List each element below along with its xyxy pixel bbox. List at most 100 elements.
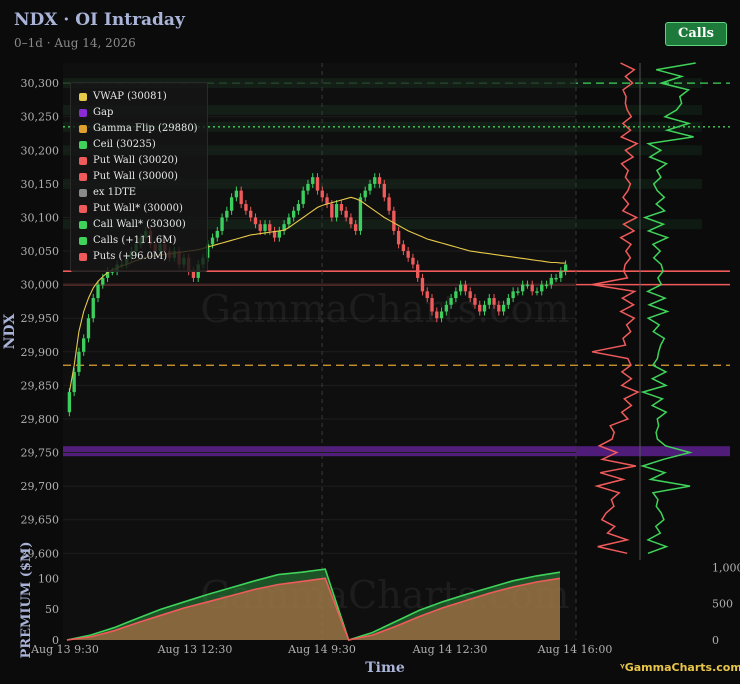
y-tick-label: 30,300 <box>21 77 60 90</box>
premium-y-axis-label: PREMIUM ($M) <box>19 542 34 659</box>
legend-item[interactable]: Gamma Flip (29880) <box>79 123 198 137</box>
y-tick-label: 30,000 <box>21 279 60 292</box>
candle-body <box>540 284 544 292</box>
legend-swatch <box>79 108 87 117</box>
candle-body <box>315 177 320 191</box>
candle-body <box>277 230 281 238</box>
legend-item[interactable]: Gap <box>79 107 113 121</box>
candle-body <box>325 197 329 205</box>
candle-body <box>82 338 86 352</box>
legend-swatch <box>79 92 87 101</box>
premium-y-tick-label: 50 <box>45 603 59 616</box>
legend-item[interactable]: ex 1DTE <box>79 187 136 201</box>
candle-body <box>311 177 315 184</box>
candle-body <box>525 284 530 287</box>
legend-item[interactable]: Calls (+111.6M) <box>79 235 176 249</box>
candle-body <box>349 217 353 225</box>
legend-label: Gamma Flip (29880) <box>93 123 198 134</box>
legend-label: VWAP (30081) <box>93 91 167 102</box>
candle-body <box>344 210 348 218</box>
candle-body <box>382 183 386 198</box>
candle-body <box>420 277 425 292</box>
candle-body <box>563 264 568 272</box>
candle-body <box>91 298 95 319</box>
candle-body <box>86 318 91 339</box>
candle-body <box>482 304 487 312</box>
candle-body <box>511 291 515 299</box>
legend-label: Calls (+111.6M) <box>93 235 177 246</box>
candle-body <box>449 298 453 305</box>
candle-body <box>554 277 558 280</box>
legend-swatch <box>79 252 87 261</box>
candle-body <box>458 284 463 292</box>
candle-body <box>544 284 549 287</box>
y-tick-label: 29,800 <box>21 413 60 426</box>
candle-body <box>258 224 262 231</box>
legend-swatch <box>79 220 87 229</box>
y-tick-label: 29,900 <box>21 346 60 359</box>
candle-body <box>339 204 344 211</box>
candle-body <box>263 224 267 231</box>
legend-item[interactable]: Put Wall (30000) <box>79 171 178 185</box>
candle-body <box>473 298 477 305</box>
legend-item[interactable]: Put Wall (30020) <box>79 155 178 169</box>
legend-item[interactable]: Call Wall* (30300) <box>79 219 186 233</box>
candle-body <box>77 351 81 372</box>
candle-body <box>287 217 291 225</box>
legend-swatch <box>79 156 87 165</box>
candle-body <box>387 197 391 211</box>
legend-item[interactable]: VWAP (30081) <box>79 91 167 105</box>
candle-body <box>501 304 506 312</box>
candle-body <box>392 210 396 231</box>
candle-body <box>430 298 434 312</box>
legend-label: Put Wall* (30000) <box>93 203 183 214</box>
x-tick-label: Aug 13 12:30 <box>157 643 233 656</box>
legend-item[interactable]: Put Wall* (30000) <box>79 203 183 217</box>
candle-body <box>439 311 444 319</box>
x-tick-label: Aug 14 9:30 <box>287 643 356 656</box>
candle-body <box>559 271 563 278</box>
candle-body <box>492 298 496 305</box>
candle-body <box>334 204 339 218</box>
candle-body <box>506 298 511 305</box>
candle-body <box>67 392 72 413</box>
x-tick-label: Aug 14 16:00 <box>537 643 613 656</box>
x-tick-label: Aug 13 9:30 <box>30 643 99 656</box>
calls-profile-line <box>640 62 696 555</box>
premium-y-tick-label: 100 <box>38 572 59 585</box>
candle-body <box>244 204 248 211</box>
candle-body <box>363 190 367 198</box>
candle-body <box>425 291 429 299</box>
candle-body <box>454 291 458 299</box>
candle-body <box>377 177 382 184</box>
candle-body <box>249 210 253 218</box>
legend-swatch <box>79 204 87 213</box>
candle-body <box>215 230 219 238</box>
candle-body <box>406 251 410 258</box>
candle-body <box>416 264 420 278</box>
legend-item[interactable]: Ceil (30235) <box>79 139 156 153</box>
legend-label: Gap <box>93 107 114 118</box>
candle-body <box>497 304 501 312</box>
candle-body <box>330 204 334 218</box>
legend-label: Puts (+96.0M) <box>93 251 168 262</box>
candle-body <box>220 217 224 231</box>
candle-body <box>487 298 491 305</box>
candle-body <box>521 284 525 292</box>
gap-band <box>63 446 730 457</box>
y-tick-label: 29,750 <box>21 447 60 460</box>
x-axis-label: Time <box>365 660 405 676</box>
legend-item[interactable]: Puts (+96.0M) <box>79 251 167 265</box>
legend-label: Ceil (30235) <box>93 139 156 150</box>
legend-label: Put Wall (30020) <box>93 155 178 166</box>
candle-body <box>530 284 534 292</box>
legend-swatch <box>79 188 87 197</box>
y-tick-label: 30,050 <box>21 245 60 258</box>
chart-root: NDX · OI Intraday 0–1d · Aug 14, 2026 Ca… <box>0 0 740 684</box>
candle-body <box>468 291 472 299</box>
y-tick-label: 30,200 <box>21 144 60 157</box>
y-tick-label: 29,850 <box>21 379 60 392</box>
y-tick-label: 30,100 <box>21 211 60 224</box>
candle-body <box>368 183 372 191</box>
candle-body <box>96 284 100 299</box>
